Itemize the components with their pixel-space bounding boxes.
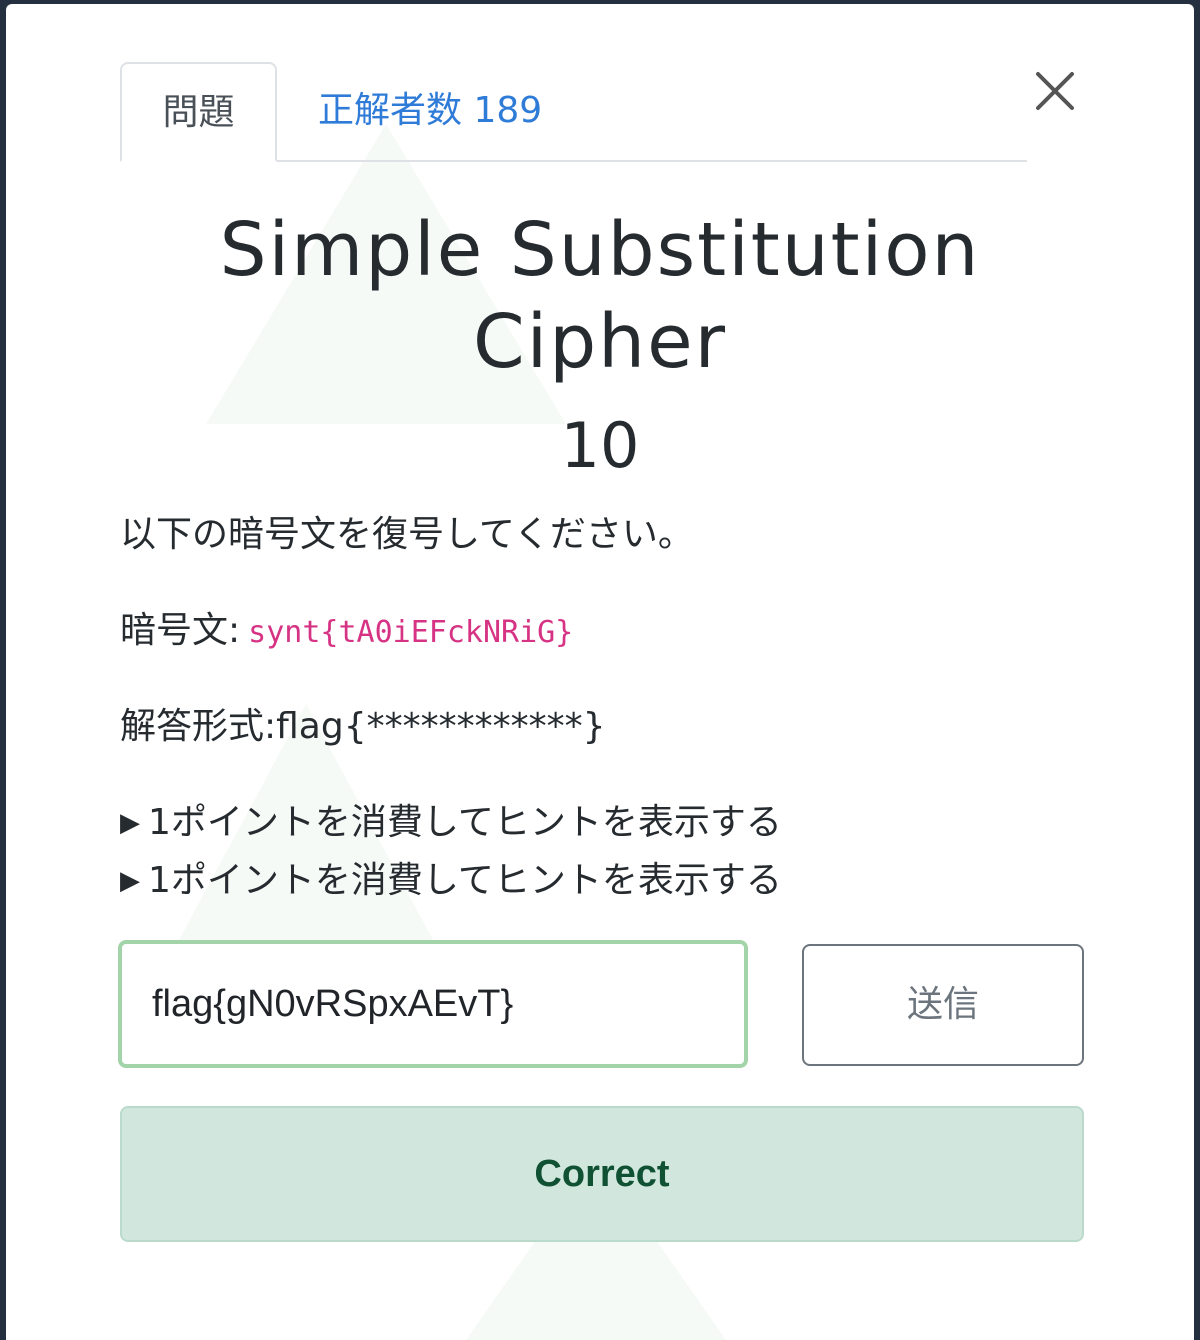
challenge-modal: 問題 正解者数 189 Simple Substitution Cipher 1… [6,4,1194,1340]
close-icon [1036,72,1074,110]
ciphertext-line: 暗号文: synt{tA0iEFckNRiG} [120,606,573,658]
ciphertext-code: synt{tA0iEFckNRiG} [248,615,574,650]
close-button[interactable] [1030,66,1080,116]
caret-right-icon: ▶ [120,808,140,838]
tab-problem[interactable]: 問題 [120,62,277,162]
hint-toggle-2[interactable]: ▶ 1ポイントを消費してヒントを表示する [120,856,782,909]
answer-format: 解答形式:flag{************} [120,706,606,747]
tab-solves[interactable]: 正解者数 189 [296,62,596,162]
challenge-title: Simple Substitution Cipher [219,207,981,385]
submit-button[interactable]: 送信 [802,944,1084,1066]
hint-toggle-1[interactable]: ▶ 1ポイントを消費してヒントを表示する [120,798,782,851]
caret-right-icon: ▶ [120,866,140,896]
flag-input[interactable] [118,940,748,1068]
challenge-points: 10 [560,409,640,482]
hint-label: 1ポイントを消費してヒントを表示する [148,860,782,901]
challenge-tabs: 問題 正解者数 189 [120,62,1027,162]
hint-label: 1ポイントを消費してヒントを表示する [148,802,782,843]
ciphertext-label: 暗号文: [120,610,241,651]
result-alert: Correct [120,1106,1084,1242]
challenge-description: 以下の暗号文を復号してください。 [120,514,694,555]
